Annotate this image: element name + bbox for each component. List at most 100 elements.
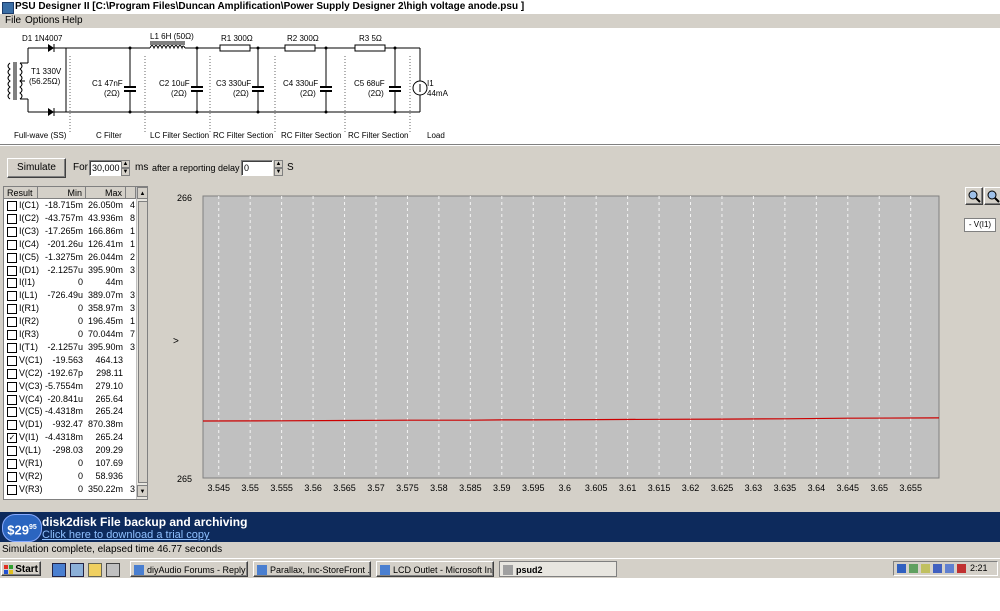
taskbar-item-parallax[interactable]: Parallax, Inc-StoreFront ... xyxy=(253,561,371,577)
row-checkbox[interactable] xyxy=(7,381,17,392)
row-result-name: I(D1) xyxy=(19,264,39,275)
table-row[interactable]: V(C3) -5.7554m 279.10 xyxy=(4,380,136,393)
circuit-schematic[interactable]: D1 1N4007 T1 330V (56.25Ω) C1 47nF (2Ω) … xyxy=(0,28,1000,144)
results-scrollbar[interactable]: ▲ ▼ xyxy=(136,187,147,499)
tray-app-icon[interactable] xyxy=(933,564,942,573)
legend-vi1[interactable]: - V(I1) xyxy=(964,218,996,232)
ad-banner[interactable]: $2995 disk2disk File backup and archivin… xyxy=(0,512,1000,542)
table-row[interactable]: V(R1) 0 107.69 xyxy=(4,457,136,470)
row-checkbox[interactable] xyxy=(7,278,17,289)
table-row[interactable]: I(L1) -726.49u 389.07m 3 xyxy=(4,289,136,302)
taskbar-item-diyaudio[interactable]: diyAudio Forums - Reply ... xyxy=(130,561,248,577)
row-checkbox[interactable] xyxy=(7,304,17,315)
column-header-max[interactable]: Max xyxy=(86,187,126,199)
row-min-value: -192.67p xyxy=(47,367,83,378)
row-checkbox[interactable] xyxy=(7,484,17,495)
duration-spin-up[interactable]: ▲ xyxy=(121,160,130,168)
table-row[interactable]: I(D1) -2.1257u 395.90m 3 xyxy=(4,264,136,277)
row-checkbox[interactable] xyxy=(7,239,17,250)
x-tick-label: 3.65 xyxy=(870,483,888,493)
tray-app-icon[interactable] xyxy=(909,564,918,573)
desktop-quicklaunch-icon[interactable] xyxy=(70,563,84,577)
folder-quicklaunch-icon[interactable] xyxy=(88,563,102,577)
table-row[interactable]: V(D1) -932.47 870.38m xyxy=(4,418,136,431)
table-row[interactable]: V(C2) -192.67p 298.11 xyxy=(4,367,136,380)
row-checkbox[interactable] xyxy=(7,317,17,328)
row-checkbox[interactable] xyxy=(7,342,17,353)
table-row[interactable]: ✓ V(I1) -4.4318m 265.24 xyxy=(4,431,136,444)
menu-file[interactable]: File xyxy=(5,15,21,26)
row-checkbox[interactable] xyxy=(7,265,17,276)
row-checkbox[interactable] xyxy=(7,407,17,418)
row-checkbox[interactable] xyxy=(7,330,17,340)
simulate-button[interactable]: Simulate xyxy=(7,158,66,178)
table-row[interactable]: I(R3) 0 70.044m 7 xyxy=(4,328,136,341)
table-row[interactable]: V(R3) 0 350.22m 3 xyxy=(4,483,136,496)
row-checkbox[interactable] xyxy=(7,368,17,379)
menu-options[interactable]: Options xyxy=(25,15,59,26)
column-header-result[interactable]: Result xyxy=(4,187,38,199)
row-checkbox[interactable] xyxy=(7,459,17,469)
row-min-value: 0 xyxy=(77,470,83,481)
results-table[interactable]: Result Min Max I(C1) -18.715m 26.050m 4 I(C2… xyxy=(3,186,148,500)
table-row[interactable]: V(L1) -298.03 209.29 xyxy=(4,444,136,457)
table-row[interactable]: I(R1) 0 358.97m 3 xyxy=(4,302,136,315)
tray-network-icon[interactable] xyxy=(897,564,906,573)
table-row[interactable]: I(T1) -2.1257u 395.90m 3 xyxy=(4,341,136,354)
zoom-out-button[interactable] xyxy=(984,187,1000,205)
tray-volume-icon[interactable] xyxy=(957,564,966,573)
row-result-name: I(I1) xyxy=(19,277,36,288)
divider xyxy=(0,145,1000,146)
table-row[interactable]: V(C4) -20.841u 265.64 xyxy=(4,393,136,406)
clock[interactable]: 2:21 xyxy=(970,562,988,575)
delay-spin-up[interactable]: ▲ xyxy=(274,160,283,168)
app-quicklaunch-icon[interactable] xyxy=(106,563,120,577)
row-checkbox[interactable] xyxy=(7,394,17,405)
start-button[interactable]: Start xyxy=(1,561,41,576)
taskbar-item-lcd-outlet[interactable]: LCD Outlet - Microsoft In... xyxy=(376,561,494,577)
row-checkbox[interactable] xyxy=(7,291,17,302)
scroll-thumb[interactable] xyxy=(138,201,147,483)
table-row[interactable]: I(C5) -1.3275m 26.044m 2 xyxy=(4,251,136,264)
table-row[interactable]: I(I1) 0 44m xyxy=(4,276,136,289)
table-row[interactable]: V(R2) 0 58.936 xyxy=(4,470,136,483)
delay-spin-down[interactable]: ▼ xyxy=(274,168,283,176)
zoom-in-button[interactable] xyxy=(965,187,983,205)
voltage-chart[interactable]: 3.545 3.55 3.555 3.56 3.565 3.57 3.575 3.58 3.58… xyxy=(150,186,960,504)
row-checkbox[interactable] xyxy=(7,226,17,237)
row-max-value: 265.24 xyxy=(95,406,123,417)
row-checkbox[interactable] xyxy=(7,420,17,431)
ad-download-link[interactable]: Click here to download a trial copy xyxy=(42,529,210,541)
duration-spin-down[interactable]: ▼ xyxy=(121,168,130,176)
column-header-min[interactable]: Min xyxy=(38,187,86,199)
table-row[interactable]: I(C2) -43.757m 43.936m 8 xyxy=(4,212,136,225)
table-row[interactable]: I(R2) 0 196.45m 1 xyxy=(4,315,136,328)
tray-app-icon[interactable] xyxy=(921,564,930,573)
delay-input[interactable]: 0 xyxy=(241,160,273,176)
table-row[interactable]: I(C3) -17.265m 166.86m 1 xyxy=(4,225,136,238)
row-checkbox[interactable] xyxy=(7,213,17,224)
row-checkbox[interactable] xyxy=(7,446,17,457)
x-tick-label: 3.64 xyxy=(808,483,826,493)
row-checkbox[interactable] xyxy=(7,355,17,366)
table-row[interactable]: I(C1) -18.715m 26.050m 4 xyxy=(4,199,136,212)
scroll-up-button[interactable]: ▲ xyxy=(137,187,147,199)
column-header-extra[interactable] xyxy=(126,187,136,199)
row-checkbox[interactable] xyxy=(7,201,17,211)
scroll-down-button[interactable]: ▼ xyxy=(137,485,147,497)
table-row[interactable]: V(C5) -4.4318m 265.24 xyxy=(4,405,136,418)
duration-input[interactable]: 30,000 xyxy=(89,160,123,176)
row-checkbox[interactable] xyxy=(7,471,17,482)
tray-app-icon[interactable] xyxy=(945,564,954,573)
x-tick-label: 3.55 xyxy=(241,483,259,493)
taskbar-item-psud2[interactable]: psud2 xyxy=(499,561,617,577)
row-checkbox[interactable] xyxy=(7,252,17,263)
table-row[interactable]: V(C1) -19.563 464.13 xyxy=(4,354,136,367)
menu-help[interactable]: Help xyxy=(62,15,83,26)
row-checkbox[interactable]: ✓ xyxy=(7,433,17,444)
table-row[interactable]: I(C4) -201.26u 126.41m 1 xyxy=(4,238,136,251)
x-tick-label: 3.575 xyxy=(396,483,419,493)
ie-quicklaunch-icon[interactable] xyxy=(52,563,66,577)
task-label: Parallax, Inc-StoreFront ... xyxy=(270,565,371,575)
comp-r3-label: R3 5Ω xyxy=(359,34,382,43)
